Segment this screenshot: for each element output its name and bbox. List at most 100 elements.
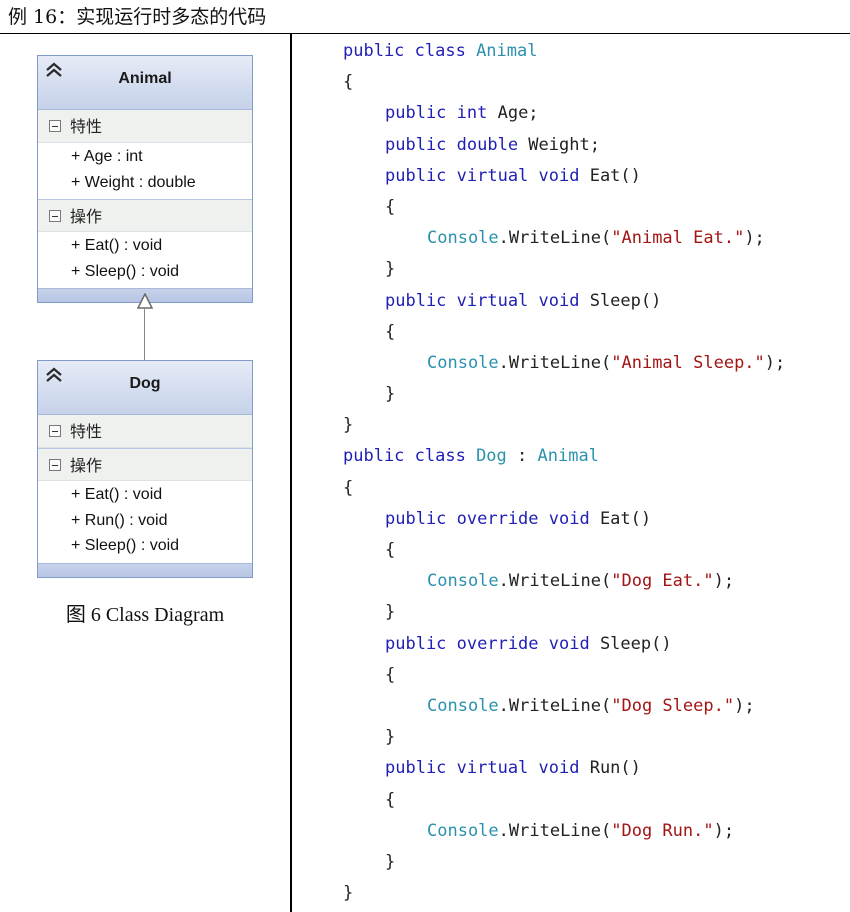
- code-listing: public class Animal{public int Age; publi…: [343, 38, 785, 911]
- code-line: {: [343, 662, 785, 693]
- collapse-minus-icon[interactable]: [49, 459, 61, 471]
- code-token: Animal: [476, 41, 538, 61]
- example-title: 例 16：实现运行时多态的代码: [8, 6, 267, 28]
- code-token: );: [713, 820, 735, 841]
- section-header-properties[interactable]: 特性: [38, 415, 252, 448]
- code-line: }: [343, 412, 785, 443]
- code-line: public override void Eat(): [343, 506, 785, 537]
- code-token: }: [343, 883, 354, 904]
- code-token: {: [385, 789, 396, 810]
- class-box-animal[interactable]: Animal 特性 + Age : int + Weight : double …: [37, 55, 253, 303]
- figure-caption: 图 6 Class Diagram: [65, 604, 225, 626]
- class-name: Dog: [129, 375, 161, 392]
- member-list: + Eat() : void + Run() : void + Sleep() …: [38, 481, 252, 563]
- code-token: "Animal Sleep.": [611, 352, 765, 373]
- collapse-chevron-icon[interactable]: [44, 60, 64, 80]
- code-token: }: [385, 727, 396, 748]
- code-token: Run(): [589, 758, 641, 779]
- code-line: }: [343, 724, 785, 755]
- code-token: "Dog Sleep.": [611, 695, 735, 716]
- code-token: public class: [343, 446, 477, 467]
- code-token: {: [385, 321, 396, 342]
- code-token: Dog: [476, 446, 507, 467]
- class-box-dog[interactable]: Dog 特性 操作 + Eat() : void + Run() : void …: [37, 360, 253, 578]
- code-token: .WriteLine(: [498, 571, 612, 592]
- inheritance-arrow-icon: [136, 293, 154, 309]
- code-token: Console: [427, 352, 499, 373]
- code-line: {: [343, 194, 785, 225]
- section-label: 操作: [70, 456, 103, 475]
- code-token: public class: [343, 41, 477, 61]
- code-line: {: [343, 787, 785, 818]
- code-line: public int Age;: [343, 100, 785, 131]
- code-token: public override void: [385, 633, 600, 654]
- code-line: public class Animal: [343, 38, 785, 69]
- code-token: "Animal Eat.": [611, 228, 745, 249]
- section-header-operations[interactable]: 操作: [38, 199, 252, 232]
- class-header[interactable]: Animal: [38, 56, 252, 110]
- code-token: );: [713, 571, 735, 592]
- member-item: + Sleep() : void: [71, 537, 180, 554]
- code-line: Console.WriteLine("Dog Eat.");: [343, 568, 785, 599]
- collapse-minus-icon[interactable]: [49, 120, 61, 132]
- code-token: );: [734, 695, 755, 716]
- section-header-operations[interactable]: 操作: [38, 448, 252, 481]
- code-line: public override void Sleep(): [343, 631, 785, 662]
- code-line: {: [343, 475, 785, 506]
- code-token: public double: [385, 134, 529, 155]
- code-token: public virtual void: [385, 165, 590, 186]
- code-token: }: [343, 415, 354, 436]
- code-line: Console.WriteLine("Dog Sleep.");: [343, 693, 785, 724]
- code-line: }: [343, 256, 785, 287]
- code-token: "Dog Eat.": [611, 571, 714, 592]
- code-token: :: [506, 446, 538, 467]
- code-token: public virtual void: [385, 758, 590, 779]
- code-token: Console: [427, 820, 499, 841]
- code-token: {: [385, 664, 396, 685]
- section-label: 特性: [70, 117, 103, 136]
- code-token: }: [385, 851, 396, 872]
- code-token: Console: [427, 228, 499, 249]
- collapse-minus-icon[interactable]: [49, 425, 61, 437]
- code-token: public virtual void: [385, 290, 590, 311]
- code-line: {: [343, 319, 785, 350]
- code-token: );: [764, 352, 786, 373]
- code-token: .WriteLine(: [498, 820, 612, 841]
- code-line: Console.WriteLine("Animal Sleep.");: [343, 350, 785, 381]
- section-header-properties[interactable]: 特性: [38, 110, 252, 143]
- section-label: 操作: [70, 207, 103, 226]
- class-footer: [38, 562, 252, 577]
- member-item: + Age : int: [71, 148, 143, 165]
- code-token: );: [744, 228, 765, 249]
- code-line: }: [343, 381, 785, 412]
- code-token: {: [343, 72, 354, 93]
- collapse-minus-icon[interactable]: [49, 210, 61, 222]
- class-header[interactable]: Dog: [38, 361, 252, 415]
- code-token: public int: [385, 103, 498, 124]
- code-token: }: [385, 259, 396, 280]
- member-item: + Eat() : void: [71, 237, 163, 254]
- code-line: Console.WriteLine("Animal Eat.");: [343, 225, 785, 256]
- member-item: + Sleep() : void: [71, 262, 180, 280]
- code-line: }: [343, 599, 785, 630]
- code-token: Weight;: [528, 134, 600, 155]
- code-line: {: [343, 69, 785, 100]
- code-line: public virtual void Sleep(): [343, 288, 785, 319]
- code-token: Sleep(): [589, 290, 662, 311]
- member-item: + Eat() : void: [71, 486, 163, 503]
- code-token: Sleep(): [599, 633, 672, 654]
- code-token: Eat(): [589, 165, 641, 186]
- code-token: Console: [427, 695, 499, 716]
- code-token: Age;: [497, 103, 539, 124]
- collapse-chevron-icon[interactable]: [44, 365, 64, 385]
- code-token: .WriteLine(: [498, 352, 612, 373]
- code-line: }: [343, 849, 785, 880]
- code-token: .WriteLine(: [498, 228, 612, 249]
- code-line: public double Weight;: [343, 132, 785, 163]
- code-token: public override void: [385, 508, 600, 529]
- code-token: }: [385, 384, 396, 405]
- code-line: }: [343, 880, 785, 911]
- inheritance-line: [144, 308, 145, 360]
- code-token: }: [385, 602, 396, 623]
- code-token: Animal: [537, 446, 599, 467]
